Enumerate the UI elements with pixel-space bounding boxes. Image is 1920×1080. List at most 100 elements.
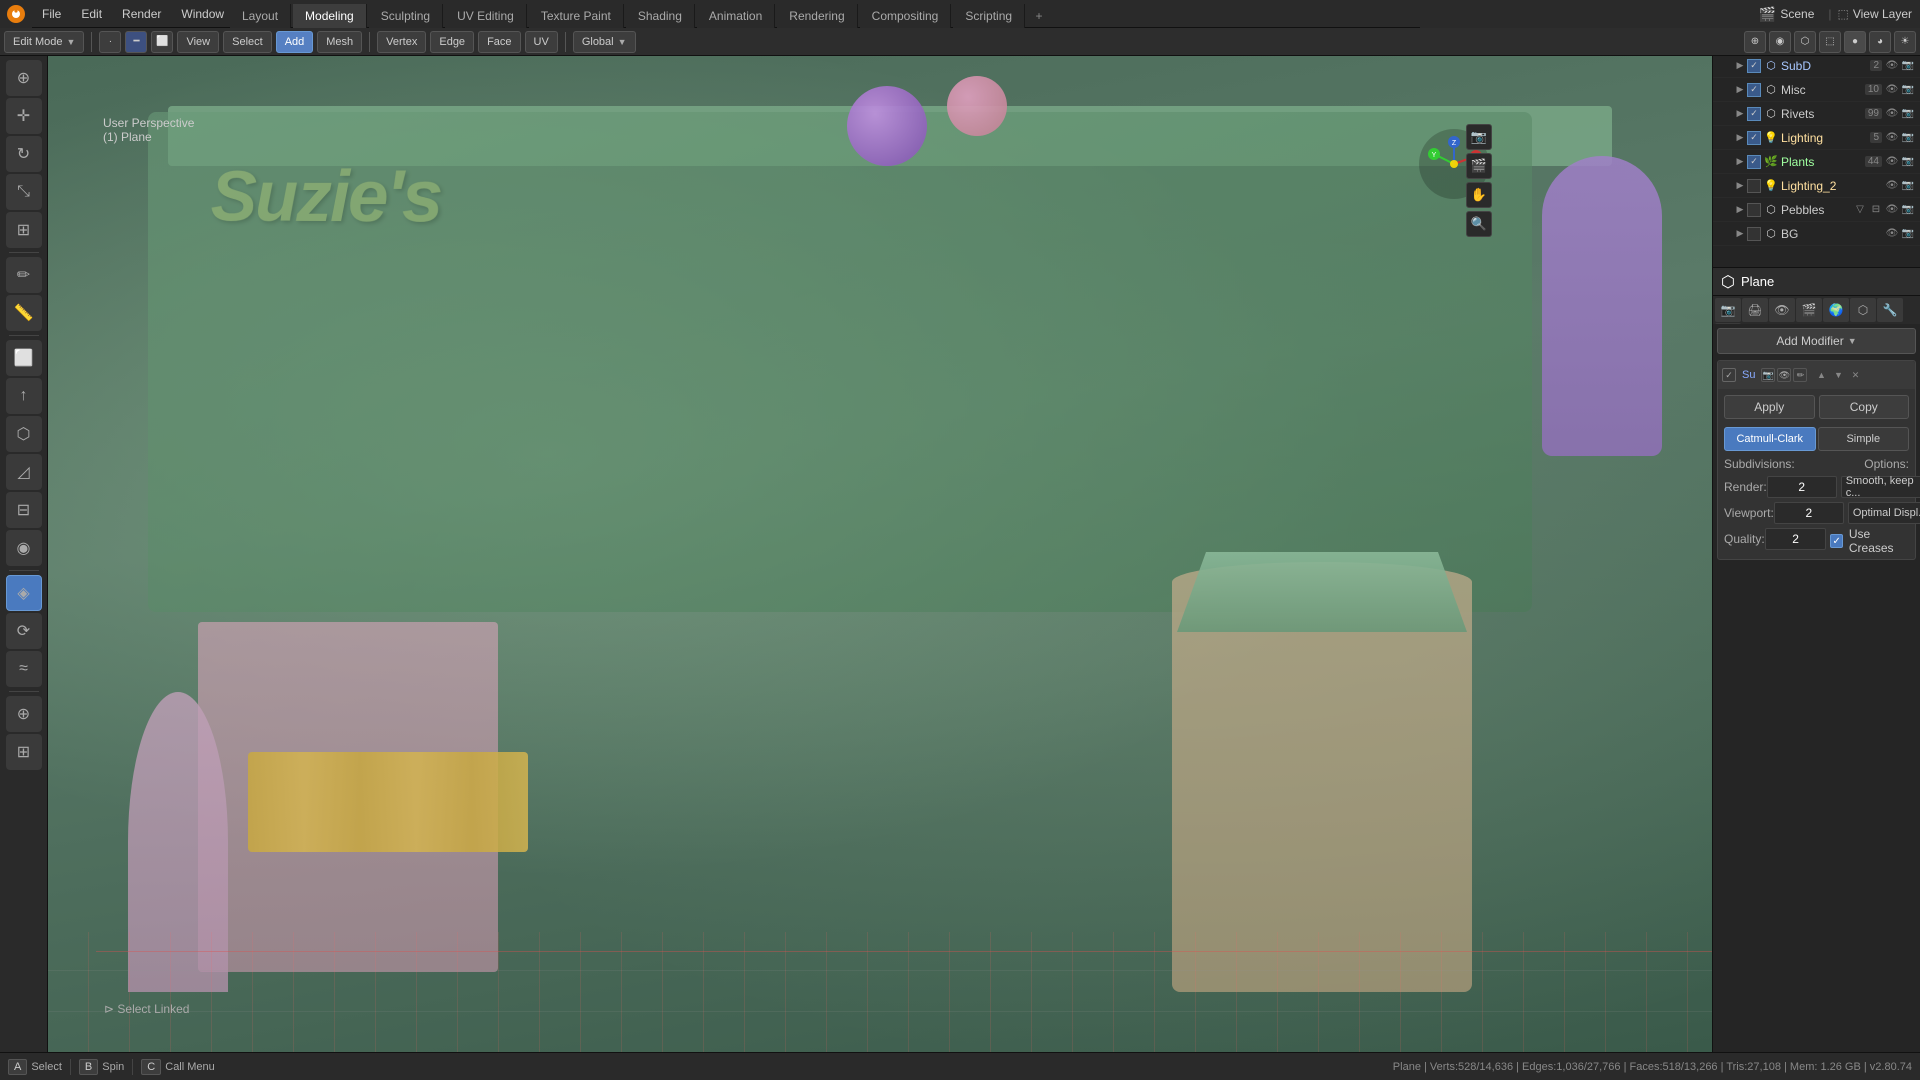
modifier-edit-toggle[interactable]: ✏	[1793, 368, 1807, 382]
action-cam-rivets[interactable]: 📷	[1900, 106, 1916, 122]
modifier-card-header[interactable]: ✓ Su 📷 👁 ✏ ▲ ▼ ✕	[1718, 361, 1915, 389]
prop-tab-output[interactable]: 🖨	[1742, 298, 1768, 322]
action-cam-lighting[interactable]: 📷	[1900, 130, 1916, 146]
expand-rivets[interactable]: ▶	[1733, 107, 1747, 121]
action-eye-bg[interactable]: 👁	[1884, 226, 1900, 242]
tool-spin[interactable]: ⟳	[6, 613, 42, 649]
tab-texture-paint[interactable]: Texture Paint	[529, 4, 624, 28]
outliner-row-lighting[interactable]: ▶ ✓ 💡 Lighting 5 👁 📷	[1713, 126, 1920, 150]
action-cam-pebbles[interactable]: 📷	[1900, 202, 1916, 218]
tool-add-cube[interactable]: ⬜	[6, 340, 42, 376]
tool-extrude[interactable]: ↑	[6, 378, 42, 414]
outliner-row-plants[interactable]: ▶ ✓ 🌿 Plants 44 👁 📷	[1713, 150, 1920, 174]
prop-tab-world[interactable]: 🌍	[1823, 298, 1849, 322]
prop-tab-modifier[interactable]: 🔧	[1877, 298, 1903, 322]
prop-tab-view[interactable]: 👁	[1769, 298, 1795, 322]
mesh-face-icon[interactable]: ⬜	[151, 31, 173, 53]
tab-uv-editing[interactable]: UV Editing	[445, 4, 527, 28]
expand-subd[interactable]: ▶	[1733, 59, 1747, 73]
viewport-camera-btn[interactable]: 📷	[1466, 124, 1492, 150]
outliner-row-pebbles[interactable]: ▶ ⬡ Pebbles ▽ ⊟ 👁 📷	[1713, 198, 1920, 222]
check-misc[interactable]: ✓	[1747, 83, 1761, 97]
outliner-row-misc[interactable]: ▶ ✓ ⬡ Misc 10 👁 📷	[1713, 78, 1920, 102]
modifier-viewport-toggle[interactable]: 👁	[1777, 368, 1791, 382]
quality-value[interactable]: 2	[1765, 528, 1827, 550]
outliner-row-bg[interactable]: ▶ ⬡ BG 👁 📷	[1713, 222, 1920, 246]
menu-edit[interactable]: Edit	[71, 0, 112, 27]
check-subd[interactable]: ✓	[1747, 59, 1761, 73]
face-menu[interactable]: Face	[478, 31, 520, 53]
copy-modifier-btn[interactable]: Copy	[1819, 395, 1910, 419]
tool-rotate[interactable]: ↻	[6, 136, 42, 172]
tab-sculpting[interactable]: Sculpting	[369, 4, 443, 28]
tool-inset[interactable]: ⬡	[6, 416, 42, 452]
prop-tab-render[interactable]: 📷	[1715, 298, 1741, 322]
expand-lighting2[interactable]: ▶	[1733, 179, 1747, 193]
action-filter-pebbles[interactable]: ⊟	[1868, 202, 1884, 218]
tool-measure[interactable]: 📏	[6, 295, 42, 331]
viewport-gizmo-toggle[interactable]: ⊕	[1744, 31, 1766, 53]
viewport-3d[interactable]: Suzie's User Perspective	[48, 56, 1712, 1052]
solid-shading[interactable]: ●	[1844, 31, 1866, 53]
viewport-value[interactable]: 2	[1774, 502, 1844, 524]
expand-lighting[interactable]: ▶	[1733, 131, 1747, 145]
tool-extra[interactable]: ⊕	[6, 696, 42, 732]
uv-menu[interactable]: UV	[525, 31, 558, 53]
vertex-menu[interactable]: Vertex	[377, 31, 426, 53]
viewport-zoom-btn[interactable]: 🔍	[1466, 211, 1492, 237]
add-menu[interactable]: Add	[276, 31, 314, 53]
tab-animation[interactable]: Animation	[697, 4, 775, 28]
workspace-add-tab[interactable]: +	[1027, 4, 1051, 28]
render-value[interactable]: 2	[1767, 476, 1837, 498]
action-cam-lighting2[interactable]: 📷	[1900, 178, 1916, 194]
expand-plants[interactable]: ▶	[1733, 155, 1747, 169]
check-plants[interactable]: ✓	[1747, 155, 1761, 169]
tool-scale[interactable]: ⤡	[6, 174, 42, 210]
view-menu[interactable]: View	[177, 31, 219, 53]
action-eye-plants[interactable]: 👁	[1884, 154, 1900, 170]
tab-shading[interactable]: Shading	[626, 4, 695, 28]
tool-smooth[interactable]: ≈	[6, 651, 42, 687]
viewport-grab-btn[interactable]: ✋	[1466, 182, 1492, 208]
menu-window[interactable]: Window	[171, 0, 234, 27]
action-view-pebbles[interactable]: ▽	[1852, 202, 1868, 218]
modifier-move-up[interactable]: ▲	[1814, 368, 1828, 382]
outliner-row-lighting2[interactable]: ▶ 💡 Lighting_2 👁 📷	[1713, 174, 1920, 198]
select-menu[interactable]: Select	[223, 31, 272, 53]
modifier-vis-toggle[interactable]: ✓	[1722, 368, 1736, 382]
viewport-xray-toggle[interactable]: ⬡	[1794, 31, 1816, 53]
tool-active[interactable]: ◈	[6, 575, 42, 611]
mesh-menu[interactable]: Mesh	[317, 31, 362, 53]
outliner-row-subd[interactable]: ▶ ✓ ⬡ SubD 2 👁 📷	[1713, 54, 1920, 78]
modifier-close[interactable]: ✕	[1848, 368, 1862, 382]
tool-loop-cut[interactable]: ⊟	[6, 492, 42, 528]
action-eye-subd[interactable]: 👁	[1884, 58, 1900, 74]
tool-bevel[interactable]: ◿	[6, 454, 42, 490]
expand-bg[interactable]: ▶	[1733, 227, 1747, 241]
action-cam-misc[interactable]: 📷	[1900, 82, 1916, 98]
outliner-row-rivets[interactable]: ▶ ✓ ⬡ Rivets 99 👁 📷	[1713, 102, 1920, 126]
viewport-overlay-toggle[interactable]: ◉	[1769, 31, 1791, 53]
mesh-edge-icon[interactable]: ━	[125, 31, 147, 53]
check-rivets[interactable]: ✓	[1747, 107, 1761, 121]
tool-move[interactable]: ✛	[6, 98, 42, 134]
action-cam-subd[interactable]: 📷	[1900, 58, 1916, 74]
material-shading[interactable]: ◕	[1869, 31, 1891, 53]
subd-catmull-clark-btn[interactable]: Catmull-Clark	[1724, 427, 1816, 451]
mesh-vertex-icon[interactable]: ·	[99, 31, 121, 53]
mode-selector[interactable]: Edit Mode ▼	[4, 31, 84, 53]
modifier-move-down[interactable]: ▼	[1831, 368, 1845, 382]
tool-annotate[interactable]: ✏	[6, 257, 42, 293]
menu-file[interactable]: File	[32, 0, 71, 27]
tab-compositing[interactable]: Compositing	[860, 4, 952, 28]
subd-simple-btn[interactable]: Simple	[1818, 427, 1910, 451]
tab-layout[interactable]: Layout	[230, 4, 291, 28]
check-bg[interactable]	[1747, 227, 1761, 241]
check-pebbles[interactable]	[1747, 203, 1761, 217]
prop-tab-object[interactable]: ⬡	[1850, 298, 1876, 322]
check-lighting[interactable]: ✓	[1747, 131, 1761, 145]
tool-knife[interactable]: ◉	[6, 530, 42, 566]
action-eye-misc[interactable]: 👁	[1884, 82, 1900, 98]
use-creases-checkbox[interactable]: ✓	[1830, 534, 1842, 548]
tool-transform[interactable]: ⊞	[6, 212, 42, 248]
